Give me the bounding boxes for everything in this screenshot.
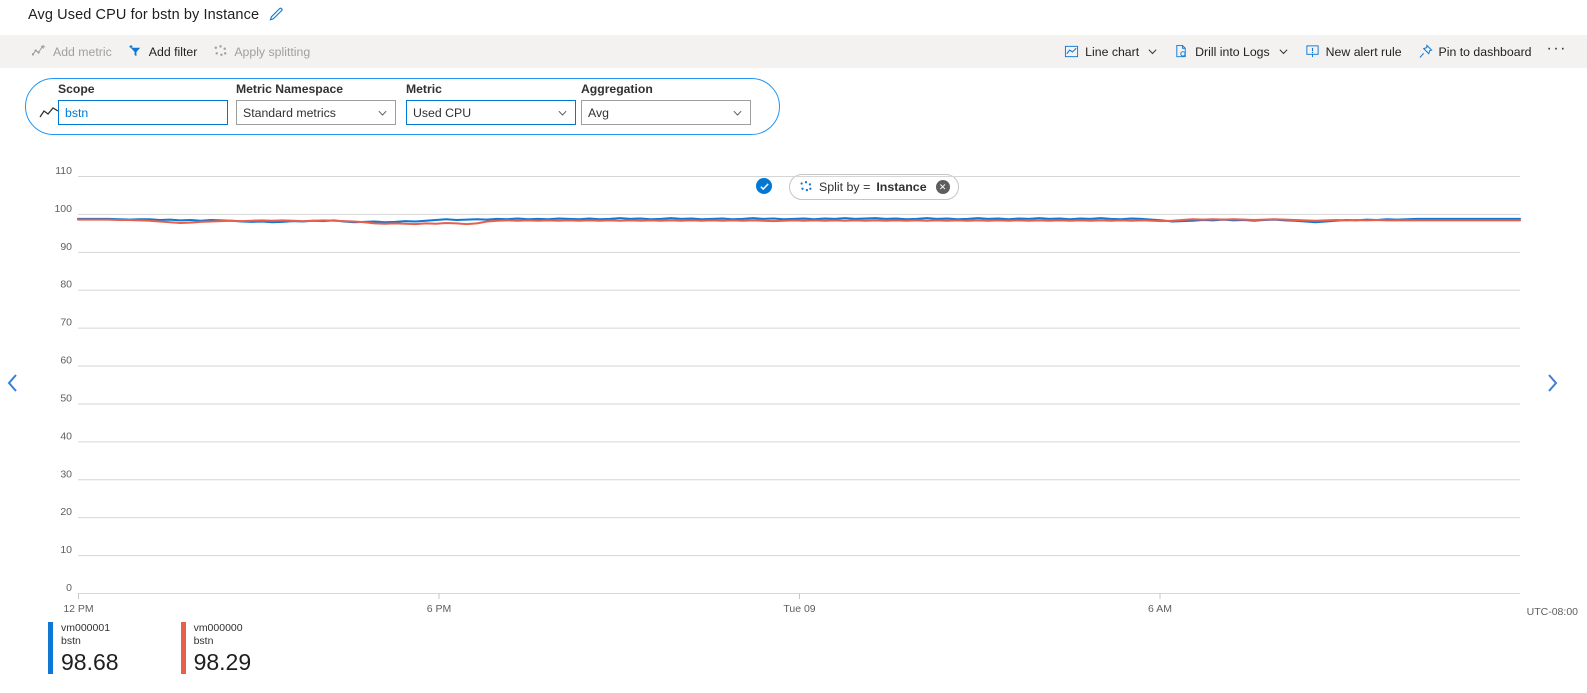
next-blade-arrow[interactable] <box>1541 370 1563 396</box>
chart-toolbar: Add metric Add filter Apply splitting Li… <box>0 35 1587 68</box>
chevron-left-icon <box>7 374 17 392</box>
y-axis-tick-label: 30 <box>60 468 72 480</box>
add-filter-button[interactable]: Add filter <box>121 40 205 63</box>
metric-namespace-select[interactable]: Standard metrics <box>236 100 396 125</box>
line-chart-button[interactable]: Line chart <box>1057 40 1165 63</box>
new-alert-rule-button[interactable]: New alert rule <box>1298 40 1409 63</box>
previous-blade-arrow[interactable] <box>2 370 24 396</box>
line-chart-icon <box>1065 45 1079 58</box>
metrics-chart-page: Avg Used CPU for bstn by Instance Add me… <box>0 0 1587 693</box>
drill-logs-chevron-down-icon[interactable] <box>1278 46 1289 57</box>
aggregation-label: Aggregation <box>581 82 653 96</box>
scope-label: Scope <box>58 82 95 96</box>
scope-field: Scope bstn <box>58 82 228 125</box>
metric-select[interactable]: Used CPU <box>406 100 576 125</box>
y-axis-tick-label: 40 <box>60 430 72 442</box>
toolbar-right-group: Line chart Drill into Logs New alert rul… <box>1057 40 1573 63</box>
add-metric-label: Add metric <box>53 44 112 59</box>
metric-namespace-chevron-down-icon <box>377 107 388 118</box>
apply-splitting-label: Apply splitting <box>234 44 311 59</box>
chevron-right-icon <box>1548 374 1558 392</box>
add-metric-icon <box>32 44 46 56</box>
y-axis-tick-label: 20 <box>60 506 72 518</box>
aggregation-select[interactable]: Avg <box>581 100 751 125</box>
chart-title-row: Avg Used CPU for bstn by Instance <box>28 0 285 30</box>
chart-timezone-label: UTC-08:00 <box>1527 606 1579 615</box>
new-alert-rule-label: New alert rule <box>1325 44 1402 59</box>
x-axis-tick-label: 12 PM <box>63 603 93 615</box>
metric-chart-icon <box>38 105 60 123</box>
page-title: Avg Used CPU for bstn by Instance <box>28 7 260 23</box>
chart-x-axis-ticks <box>78 593 1161 599</box>
metric-chart[interactable]: 0 10 20 30 40 50 60 70 80 90 100 110 12 PM 6 PM Tue 0… <box>0 155 1587 615</box>
legend-text: vm000000 bstn 98.29 <box>194 622 252 676</box>
chart-legend: vm000001 bstn 98.68 vm000000 bstn 98.29 <box>48 622 251 676</box>
legend-color-swatch <box>48 622 53 674</box>
chart-gridlines <box>78 176 1520 594</box>
metric-value: Used CPU <box>413 105 472 120</box>
y-axis-tick-label: 0 <box>66 582 72 594</box>
x-axis-tick-label: Tue 09 <box>783 603 815 615</box>
aggregation-field: Aggregation Avg <box>581 82 751 125</box>
y-axis-tick-label: 70 <box>60 317 72 329</box>
apply-splitting-button[interactable]: Apply splitting <box>206 40 317 63</box>
y-axis-tick-label: 10 <box>60 544 72 556</box>
line-chart-label: Line chart <box>1085 44 1140 59</box>
metric-namespace-value: Standard metrics <box>243 105 336 120</box>
line-chart-chevron-down-icon[interactable] <box>1147 46 1158 57</box>
legend-series-resource: bstn <box>193 635 214 647</box>
drill-logs-icon <box>1176 44 1186 58</box>
drill-into-logs-button[interactable]: Drill into Logs <box>1167 40 1296 63</box>
legend-series-resource: bstn <box>61 635 81 647</box>
y-axis-tick-label: 90 <box>60 241 72 253</box>
pin-icon <box>1419 44 1433 58</box>
legend-item[interactable]: vm000000 bstn 98.29 <box>180 622 252 676</box>
legend-series-value: 98.29 <box>193 649 252 675</box>
y-axis-tick-label: 50 <box>60 392 72 404</box>
x-axis-tick-label: 6 PM <box>427 603 452 615</box>
metric-chevron-down-icon <box>557 107 568 118</box>
metric-namespace-label: Metric Namespace <box>236 82 344 96</box>
legend-text: vm000001 bstn 98.68 <box>61 622 119 676</box>
y-axis-tick-label: 80 <box>60 279 72 291</box>
scope-input[interactable]: bstn <box>58 100 228 125</box>
aggregation-value: Avg <box>588 105 609 120</box>
x-axis-tick-label: 6 AM <box>1148 603 1172 615</box>
scope-value: bstn <box>65 105 89 120</box>
metric-namespace-field: Metric Namespace Standard metrics <box>236 82 396 125</box>
metric-label: Metric <box>406 82 442 96</box>
legend-color-swatch <box>180 622 186 674</box>
chart-x-axis-labels: 12 PM 6 PM Tue 09 6 AM <box>63 603 1172 615</box>
drill-into-logs-label: Drill into Logs <box>1195 44 1270 59</box>
alert-rule-icon <box>1306 45 1319 58</box>
more-options-button[interactable]: ··· <box>1541 40 1573 60</box>
chart-y-axis-labels: 0 10 20 30 40 50 60 70 80 90 100 110 <box>54 165 72 594</box>
pin-to-dashboard-label: Pin to dashboard <box>1438 44 1532 59</box>
legend-item[interactable]: vm000001 bstn 98.68 <box>48 622 119 676</box>
metric-selector-row: Scope bstn Metric Namespace Standard met… <box>0 78 1587 200</box>
metric-field: Metric Used CPU <box>406 82 576 125</box>
y-axis-tick-label: 110 <box>55 165 72 177</box>
chart-series-lines <box>77 217 1521 226</box>
chart-canvas: 0 10 20 30 40 50 60 70 80 90 100 110 12 PM 6 PM Tue 0… <box>54 165 1579 615</box>
legend-series-name: vm000000 <box>193 622 243 634</box>
pin-to-dashboard-button[interactable]: Pin to dashboard <box>1411 40 1539 63</box>
metric-definition-pill: Scope bstn Metric Namespace Standard met… <box>25 78 780 135</box>
apply-splitting-icon <box>214 45 227 56</box>
add-metric-button[interactable]: Add metric <box>25 40 119 63</box>
add-filter-icon <box>129 45 140 57</box>
add-filter-label: Add filter <box>148 44 198 59</box>
legend-series-name: vm000001 <box>61 622 111 634</box>
edit-title-pencil-icon[interactable] <box>267 6 285 24</box>
y-axis-tick-label: 100 <box>54 203 72 215</box>
toolbar-left-group: Add metric Add filter Apply splitting <box>25 40 317 63</box>
aggregation-chevron-down-icon <box>732 107 743 118</box>
y-axis-tick-label: 60 <box>60 355 72 367</box>
legend-series-value: 98.68 <box>61 649 119 675</box>
